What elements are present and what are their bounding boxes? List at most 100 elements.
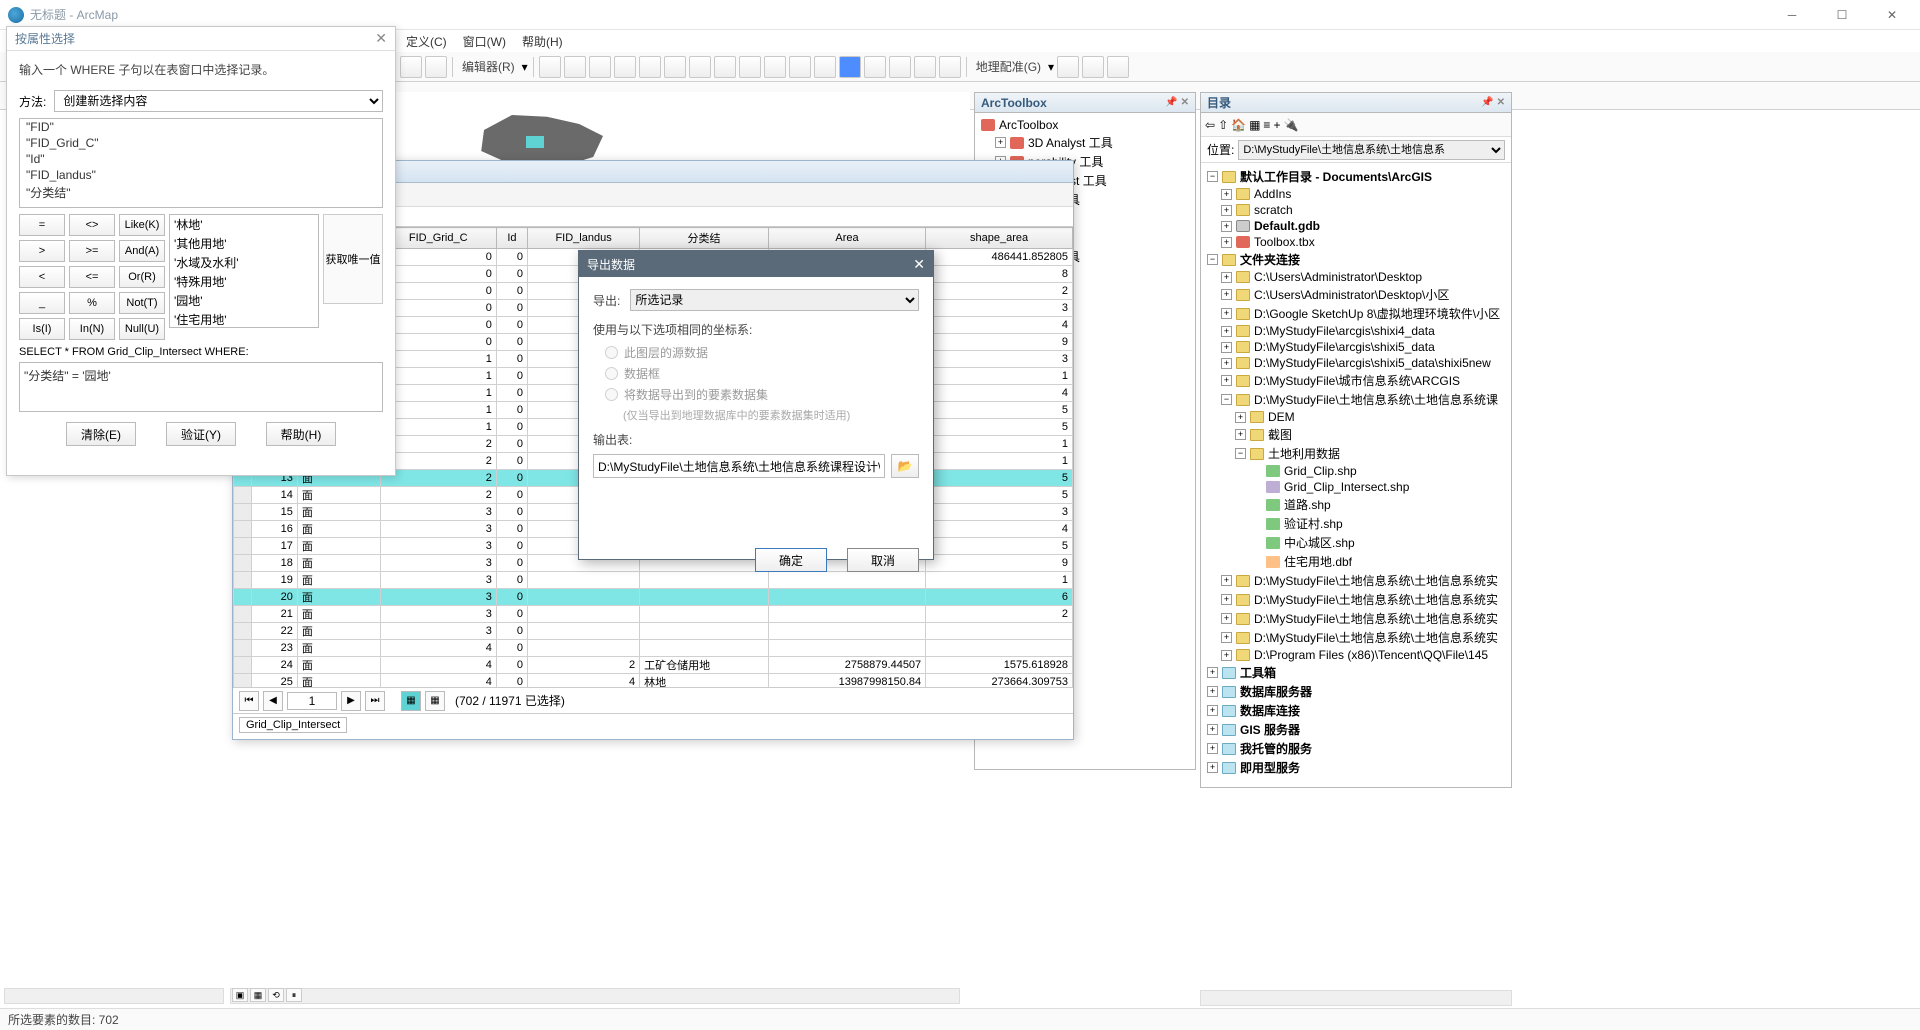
tool-button[interactable] [914, 56, 936, 78]
close-button[interactable]: ✕ [1872, 3, 1912, 27]
nav-sel[interactable]: ▦ [425, 691, 445, 711]
tool-button[interactable] [564, 56, 586, 78]
tool-button[interactable] [939, 56, 961, 78]
op-ge[interactable]: >= [69, 240, 115, 262]
cat-back[interactable]: ⇦ [1205, 118, 1215, 132]
op-null[interactable]: Null(U) [119, 318, 165, 340]
table-nav: ⏮ ◀ ▶ ⏭ ▦ ▦ (702 / 11971 已选择) [233, 687, 1073, 713]
view-layout[interactable]: ▦ [250, 988, 266, 1002]
radio-source [605, 346, 618, 359]
export-select[interactable]: 所选记录 [630, 289, 919, 311]
tool-button[interactable] [889, 56, 911, 78]
view-pause[interactable]: ⏸ [286, 988, 302, 1002]
op-or[interactable]: Or(R) [119, 266, 165, 288]
tool-button[interactable] [639, 56, 661, 78]
verify-button[interactable]: 验证(Y) [166, 422, 236, 446]
tool-button[interactable] [400, 56, 422, 78]
catalog-toolbar: ⇦ ⇧ 🏠 ▦ ≡ + 🔌 [1201, 113, 1511, 137]
nav-first[interactable]: ⏮ [239, 691, 259, 711]
op-and[interactable]: And(A) [119, 240, 165, 262]
cat-tool[interactable]: 🔌 [1283, 118, 1298, 132]
op-le[interactable]: <= [69, 266, 115, 288]
scrollbar[interactable] [1200, 990, 1512, 1006]
cat-home[interactable]: 🏠 [1231, 118, 1246, 132]
pin-icon[interactable]: 📌 ✕ [1165, 97, 1189, 108]
view-refresh[interactable]: ⟲ [268, 988, 284, 1002]
clear-button[interactable]: 清除(E) [66, 422, 136, 446]
ok-button[interactable]: 确定 [755, 548, 827, 572]
tool-button[interactable] [764, 56, 786, 78]
app-icon [8, 7, 24, 23]
view-data[interactable]: ▣ [232, 988, 248, 1002]
nav-prev[interactable]: ◀ [263, 691, 283, 711]
tool-button[interactable] [864, 56, 886, 78]
tool-button[interactable] [814, 56, 836, 78]
op-underscore[interactable]: _ [19, 292, 65, 314]
tool-button[interactable] [1107, 56, 1129, 78]
tool-button[interactable] [425, 56, 447, 78]
output-label: 输出表: [593, 431, 919, 448]
tool-button[interactable] [739, 56, 761, 78]
nav-last[interactable]: ⏭ [365, 691, 385, 711]
get-unique-button[interactable]: 获取唯一值 [323, 214, 383, 304]
fields-listbox[interactable]: "FID""FID_Grid_C""Id""FID_landus""分类结" [19, 118, 383, 208]
tool-button[interactable] [1082, 56, 1104, 78]
toolbox-icon [981, 119, 995, 131]
cat-tool[interactable]: ≡ [1263, 118, 1270, 132]
pin-icon[interactable]: 📌 ✕ [1481, 97, 1505, 108]
close-icon[interactable]: ✕ [913, 256, 925, 273]
op-is[interactable]: Is(I) [19, 318, 65, 340]
nav-status: (702 / 11971 已选择) [455, 692, 565, 709]
op-ne[interactable]: <> [69, 214, 115, 236]
op-like[interactable]: Like(K) [119, 214, 165, 236]
op-in[interactable]: In(N) [69, 318, 115, 340]
values-listbox[interactable]: '林地''其他用地''水域及水利''特殊用地''园地''住宅用地' [169, 214, 319, 328]
dialog-title: 按属性选择 [15, 30, 75, 47]
menu-window[interactable]: 窗口(W) [457, 31, 512, 52]
app-title: 无标题 - ArcMap [30, 6, 1772, 23]
radio-dataset [605, 388, 618, 401]
tool-button[interactable] [1057, 56, 1079, 78]
tool-button[interactable] [589, 56, 611, 78]
cat-tool[interactable]: + [1273, 118, 1280, 132]
export-label: 导出: [593, 292, 620, 309]
tool-button[interactable] [664, 56, 686, 78]
op-gt[interactable]: > [19, 240, 65, 262]
tool-button[interactable] [714, 56, 736, 78]
nav-next[interactable]: ▶ [341, 691, 361, 711]
method-label: 方法: [19, 93, 46, 110]
table-tabs: Grid_Clip_Intersect [233, 713, 1073, 735]
location-combo[interactable]: D:\MyStudyFile\土地信息系统\土地信息系 [1238, 140, 1505, 160]
tool-button[interactable] [789, 56, 811, 78]
tool-button[interactable] [614, 56, 636, 78]
nav-page-input[interactable] [287, 692, 337, 710]
op-not[interactable]: Not(T) [119, 292, 165, 314]
query-textbox[interactable]: "分类结" = '园地' [19, 362, 383, 412]
browse-button[interactable]: 📂 [891, 454, 919, 478]
close-icon[interactable]: ✕ [375, 30, 387, 47]
op-lt[interactable]: < [19, 266, 65, 288]
tool-button[interactable] [839, 56, 861, 78]
georef-dropdown[interactable]: 地理配准(G) [972, 58, 1045, 75]
help-button[interactable]: 帮助(H) [266, 422, 336, 446]
cat-tool[interactable]: ⇧ [1218, 118, 1228, 132]
tool-button[interactable] [539, 56, 561, 78]
scrollbar[interactable] [4, 988, 224, 1004]
editor-dropdown[interactable]: 编辑器(R) [458, 58, 519, 75]
menu-define[interactable]: 定义(C) [400, 31, 453, 52]
cancel-button[interactable]: 取消 [847, 548, 919, 572]
tool-button[interactable] [689, 56, 711, 78]
nav-all[interactable]: ▦ [401, 691, 421, 711]
output-path-input[interactable] [593, 454, 885, 478]
radio-frame [605, 367, 618, 380]
scrollbar[interactable] [230, 988, 960, 1004]
catalog-tree[interactable]: −默认工作目录 - Documents\ArcGIS+AddIns+scratc… [1201, 163, 1511, 787]
method-select[interactable]: 创建新选择内容 [54, 90, 383, 112]
op-eq[interactable]: = [19, 214, 65, 236]
table-tab[interactable]: Grid_Clip_Intersect [239, 717, 347, 733]
minimize-button[interactable]: ─ [1772, 3, 1812, 27]
maximize-button[interactable]: ☐ [1822, 3, 1862, 27]
cat-tool[interactable]: ▦ [1249, 118, 1260, 132]
op-pct[interactable]: % [69, 292, 115, 314]
menu-help[interactable]: 帮助(H) [516, 31, 569, 52]
